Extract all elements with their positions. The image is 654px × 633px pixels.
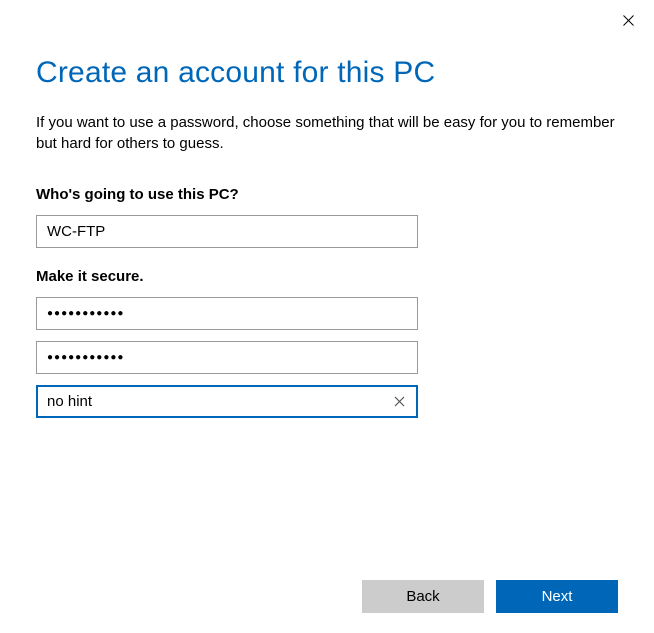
- clear-icon: [394, 396, 405, 407]
- password-field[interactable]: ●●●●●●●●●●●: [36, 297, 418, 330]
- page-title: Create an account for this PC: [36, 56, 618, 90]
- username-field[interactable]: WC-FTP: [36, 215, 418, 248]
- back-button[interactable]: Back: [362, 580, 484, 613]
- confirm-password-field[interactable]: ●●●●●●●●●●●: [36, 341, 418, 374]
- username-value: WC-FTP: [47, 223, 407, 240]
- close-button[interactable]: [616, 8, 640, 32]
- password-hint-value: no hint: [47, 393, 385, 410]
- clear-hint-button[interactable]: [385, 387, 413, 416]
- who-section-label: Who's going to use this PC?: [36, 186, 618, 203]
- dialog-footer: Back Next: [362, 580, 618, 613]
- dialog-content: Create an account for this PC If you wan…: [0, 0, 654, 418]
- password-hint-field[interactable]: no hint: [36, 385, 418, 418]
- page-description: If you want to use a password, choose so…: [36, 112, 616, 154]
- close-icon: [623, 15, 634, 26]
- secure-section-label: Make it secure.: [36, 268, 618, 285]
- next-button[interactable]: Next: [496, 580, 618, 613]
- password-value: ●●●●●●●●●●●: [47, 308, 407, 319]
- confirm-password-value: ●●●●●●●●●●●: [47, 352, 407, 363]
